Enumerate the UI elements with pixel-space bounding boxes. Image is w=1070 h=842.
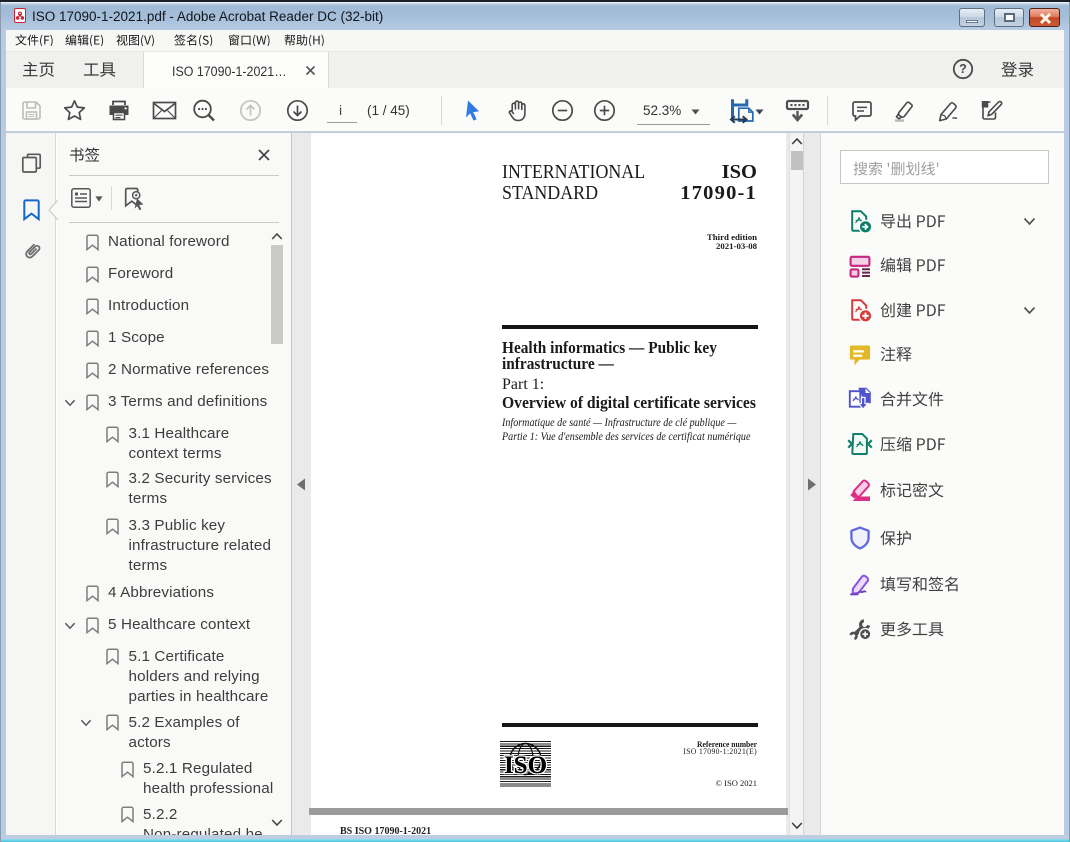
- svg-text:?: ?: [959, 62, 967, 76]
- svg-text:ISO: ISO: [504, 752, 547, 779]
